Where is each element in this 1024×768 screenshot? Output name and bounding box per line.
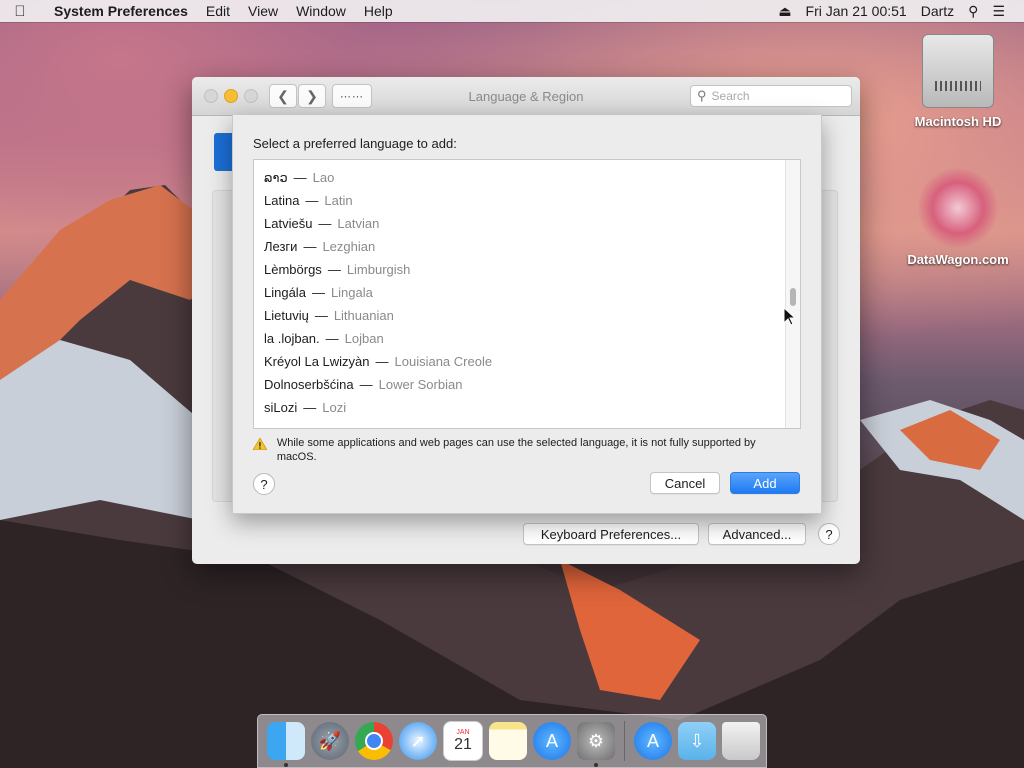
downloads-icon[interactable]: A [634, 722, 672, 760]
running-indicator [594, 763, 598, 767]
chrome-icon[interactable] [355, 722, 393, 760]
eject-icon[interactable]: ⏏ [771, 3, 798, 20]
unsupported-language-warning: While some applications and web pages ca… [253, 436, 793, 464]
title-bar: ❮ ❯ ⋯⋯ Language & Region ⚲ Search [192, 77, 860, 116]
help-button[interactable]: ? [818, 523, 840, 545]
list-item[interactable]: Dolnoserbšćina — Lower Sorbian [264, 377, 462, 397]
folder-icon[interactable]: ⇩ [678, 722, 716, 760]
search-placeholder: Search [711, 89, 750, 103]
notes-icon[interactable] [489, 722, 527, 760]
spotlight-icon[interactable]: ⚲ [961, 3, 985, 20]
mouse-cursor-icon [784, 308, 796, 326]
desktop-icon-datawagon[interactable]: DataWagon.com [903, 168, 1013, 267]
launchpad-icon[interactable]: 🚀 [311, 722, 349, 760]
desktop-icon-label: Macintosh HD [914, 114, 1002, 129]
sheet-prompt: Select a preferred language to add: [253, 136, 457, 151]
cancel-button[interactable]: Cancel [650, 472, 720, 494]
list-item[interactable]: Kréyol La Lwizyàn — Louisiana Creole [264, 354, 492, 374]
menu-view[interactable]: View [239, 3, 287, 19]
list-item[interactable]: Lèmbörgs — Limburgish [264, 262, 410, 282]
hard-drive-icon [922, 34, 994, 108]
dock: 🚀 ➚ JAN 21 A ⚙ A ⇩ [257, 714, 767, 768]
list-item[interactable]: ລາວ — Lao [264, 170, 334, 190]
add-button[interactable]: Add [730, 472, 800, 494]
apple-menu-icon[interactable]:  [0, 3, 40, 20]
warning-text: While some applications and web pages ca… [276, 437, 756, 463]
menu-clock[interactable]: Fri Jan 21 00:51 [799, 3, 914, 19]
trash-icon[interactable] [722, 722, 760, 760]
running-indicator [284, 763, 288, 767]
calendar-day: 21 [454, 735, 472, 753]
app-store-icon[interactable]: A [533, 722, 571, 760]
list-item[interactable]: Latviešu — Latvian [264, 216, 379, 236]
desktop-icon-label: DataWagon.com [907, 252, 1009, 267]
menu-user[interactable]: Dartz [914, 3, 961, 19]
list-item[interactable]: Lingála — Lingala [264, 285, 373, 305]
search-field[interactable]: ⚲ Search [690, 85, 852, 107]
calendar-icon[interactable]: JAN 21 [443, 721, 483, 761]
system-preferences-icon[interactable]: ⚙ [577, 722, 615, 767]
menu-extras: ⏏ Fri Jan 21 00:51 Dartz ⚲ ☰ [771, 3, 1024, 20]
language-flag-icon [214, 133, 232, 171]
notification-center-icon[interactable]: ☰ [985, 3, 1012, 20]
desktop-icon-macintosh-hd[interactable]: Macintosh HD [903, 34, 1013, 129]
language-list[interactable]: ລາວ — Lao Latina — Latin Latviešu — Latvian Ле… [253, 159, 801, 429]
menu-help[interactable]: Help [355, 3, 402, 19]
safari-icon[interactable]: ➚ [399, 722, 437, 760]
list-item[interactable]: siLozi — Lozi [264, 400, 346, 420]
search-icon: ⚲ [697, 88, 707, 103]
warning-icon [253, 438, 267, 450]
keyboard-preferences-button[interactable]: Keyboard Preferences... [523, 523, 699, 545]
add-language-sheet: Select a preferred language to add: ລາວ —… [232, 115, 822, 514]
advanced-button[interactable]: Advanced... [708, 523, 806, 545]
list-item[interactable]: Latina — Latin [264, 193, 353, 213]
menu-bar:  System Preferences Edit View Window He… [0, 0, 1024, 22]
list-item-partial [264, 160, 268, 170]
list-item[interactable]: Лезги — Lezghian [264, 239, 375, 259]
menu-app-name[interactable]: System Preferences [40, 3, 197, 19]
list-item[interactable]: Lietuvių — Lithuanian [264, 308, 394, 328]
list-item[interactable]: la .lojban. — Lojban [264, 331, 384, 351]
list-scroll-thumb[interactable] [790, 288, 796, 306]
datawagon-icon [918, 168, 998, 248]
calendar-month: JAN [456, 728, 470, 736]
menu-window[interactable]: Window [287, 3, 355, 19]
menu-edit[interactable]: Edit [197, 3, 239, 19]
sheet-help-button[interactable]: ? [253, 473, 275, 495]
dock-separator [624, 721, 625, 761]
finder-icon[interactable] [267, 722, 305, 767]
